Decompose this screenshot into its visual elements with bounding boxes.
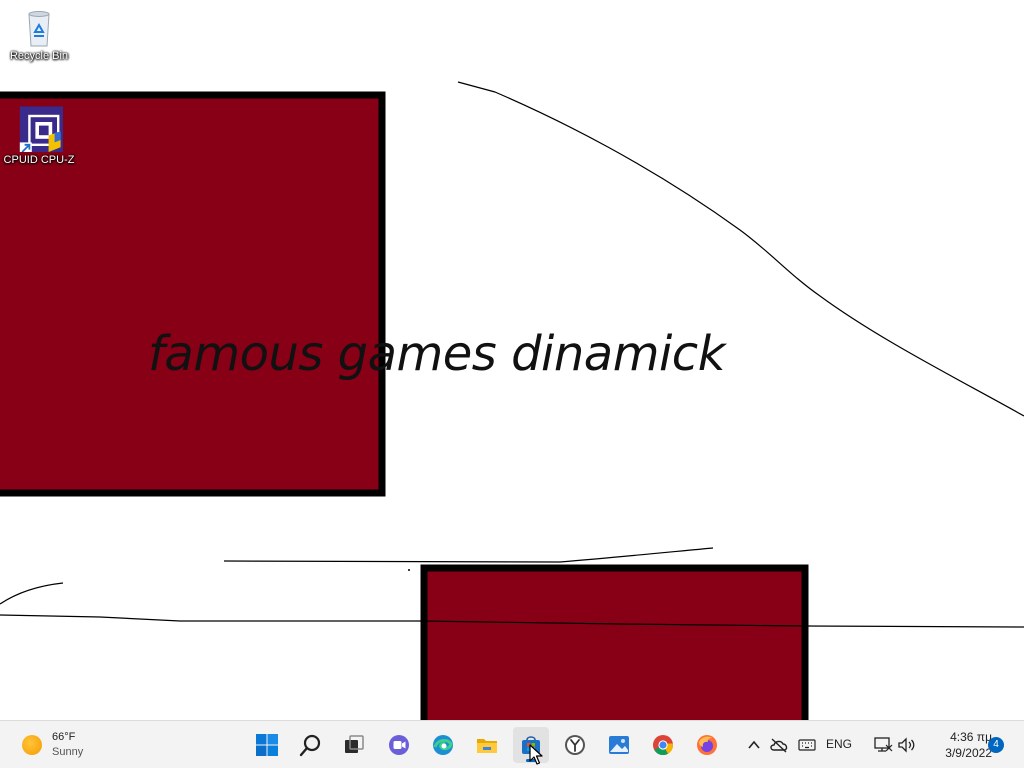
file-explorer-button[interactable] bbox=[469, 727, 505, 763]
mouse-cursor-icon bbox=[529, 744, 543, 765]
chrome-icon bbox=[653, 735, 674, 756]
clock-app-icon bbox=[565, 735, 585, 755]
desktop-icon-cpu-z[interactable]: CPUID CPU-Z bbox=[0, 104, 78, 167]
firefox-button[interactable] bbox=[689, 727, 725, 763]
network-icon bbox=[874, 737, 893, 752]
windows-start-icon bbox=[256, 734, 278, 756]
desktop-icon-label: CPUID CPU-Z bbox=[3, 154, 75, 166]
wallpaper-dot bbox=[408, 569, 410, 571]
start-button[interactable] bbox=[249, 727, 285, 763]
search-icon bbox=[299, 734, 321, 757]
show-hidden-icons-button[interactable] bbox=[742, 733, 766, 757]
touch-keyboard-button[interactable] bbox=[795, 733, 819, 757]
desktop-icon-recycle-bin[interactable]: Recycle Bin bbox=[0, 8, 78, 63]
weather-widget[interactable]: 66°F Sunny bbox=[14, 727, 83, 763]
search-button[interactable] bbox=[293, 727, 329, 763]
wallpaper-text: famous games dinamick bbox=[148, 326, 725, 382]
taskbar: 66°F Sunny ENG 4:36 πμ 3/9/2022 4 bbox=[0, 720, 1024, 768]
chat-button[interactable] bbox=[381, 727, 417, 763]
clock-time: 4:36 πμ bbox=[950, 730, 992, 744]
recycle-bin-icon bbox=[28, 11, 50, 47]
sun-icon bbox=[22, 735, 42, 755]
notification-badge[interactable]: 4 bbox=[988, 737, 1004, 753]
photos-button[interactable] bbox=[601, 727, 637, 763]
firefox-icon bbox=[697, 735, 717, 755]
keyboard-icon bbox=[798, 739, 816, 751]
clock-date-button[interactable]: 4:36 πμ 3/9/2022 bbox=[920, 729, 992, 761]
task-view-icon bbox=[345, 735, 364, 753]
volume-icon bbox=[898, 737, 915, 753]
teams-chat-icon bbox=[389, 735, 409, 755]
chrome-button[interactable] bbox=[645, 727, 681, 763]
weather-temperature: 66°F bbox=[52, 731, 76, 743]
folder-icon bbox=[477, 739, 497, 753]
desktop[interactable]: famous games dinamick Recycle Bin CPUID … bbox=[0, 0, 1024, 720]
volume-button[interactable] bbox=[895, 733, 919, 757]
clock-date: 3/9/2022 bbox=[945, 746, 992, 760]
chevron-up-icon bbox=[748, 740, 760, 749]
weather-condition: Sunny bbox=[52, 746, 84, 758]
edge-button[interactable] bbox=[425, 727, 461, 763]
wallpaper-red-rectangle-small bbox=[420, 564, 809, 720]
network-button[interactable] bbox=[871, 733, 895, 757]
photos-icon bbox=[609, 736, 629, 754]
edge-icon bbox=[433, 735, 453, 755]
onedrive-tray-button[interactable] bbox=[767, 733, 791, 757]
cpu-z-icon bbox=[19, 106, 63, 152]
onedrive-offline-icon bbox=[770, 738, 788, 753]
input-language-indicator[interactable]: ENG bbox=[826, 737, 852, 751]
task-view-button[interactable] bbox=[336, 727, 372, 763]
desktop-icon-label: Recycle Bin bbox=[9, 50, 69, 62]
clock-app-button[interactable] bbox=[557, 727, 593, 763]
